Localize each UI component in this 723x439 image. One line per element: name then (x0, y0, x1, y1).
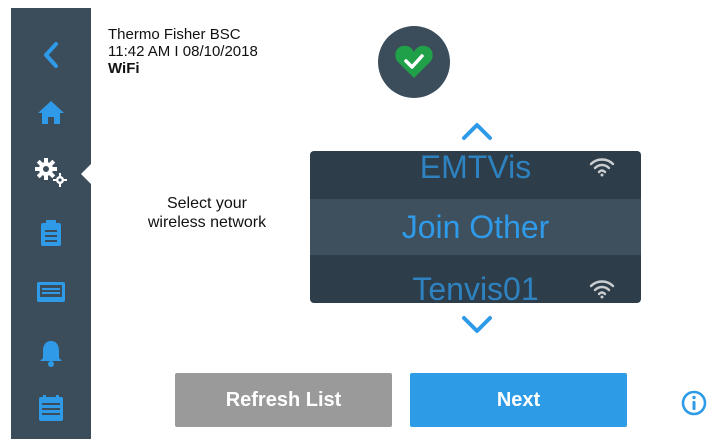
scroll-down-button[interactable] (460, 314, 494, 341)
refresh-list-button[interactable]: Refresh List (175, 373, 392, 427)
home-button[interactable] (31, 94, 71, 130)
network-item[interactable]: EMTVis (310, 151, 641, 195)
next-button[interactable]: Next (410, 373, 627, 427)
header: Thermo Fisher BSC 11:42 AM I 08/10/2018 … (108, 26, 258, 77)
settings-gears-icon (35, 158, 67, 187)
calendar-list-icon (39, 395, 63, 421)
network-name: Tenvis01 (412, 270, 539, 304)
display-button[interactable] (31, 274, 71, 310)
logs-button[interactable] (31, 215, 71, 251)
bell-icon (40, 341, 62, 367)
alarms-button[interactable] (31, 335, 71, 371)
scroll-up-button[interactable] (460, 120, 494, 147)
info-icon[interactable] (681, 390, 707, 416)
sidebar (11, 8, 91, 439)
status-indicator[interactable] (378, 26, 450, 98)
network-prompt: Select your wireless network (147, 195, 267, 231)
chevron-down-icon (462, 316, 492, 333)
back-button[interactable] (31, 37, 71, 73)
wifi-icon (589, 280, 615, 299)
network-picker[interactable]: EMTVis Join Other Tenvis01 (310, 151, 641, 303)
chevron-up-icon (462, 123, 492, 140)
heart-check-icon (395, 45, 433, 78)
device-name: Thermo Fisher BSC (108, 26, 241, 43)
network-item-selected[interactable]: Join Other (310, 199, 641, 255)
back-chevron-icon (44, 42, 58, 68)
settings-button[interactable] (31, 154, 71, 190)
page-title: WiFi (108, 60, 140, 77)
network-name: EMTVis (419, 151, 532, 185)
network-name: Join Other (401, 208, 550, 245)
display-icon (37, 282, 65, 302)
clipboard-icon (41, 220, 61, 246)
network-item[interactable]: Tenvis01 (310, 261, 641, 303)
schedule-button[interactable] (31, 390, 71, 426)
active-indicator (81, 164, 91, 184)
home-icon (38, 101, 64, 124)
datetime: 11:42 AM I 08/10/2018 (108, 43, 258, 60)
wifi-icon (589, 158, 615, 177)
